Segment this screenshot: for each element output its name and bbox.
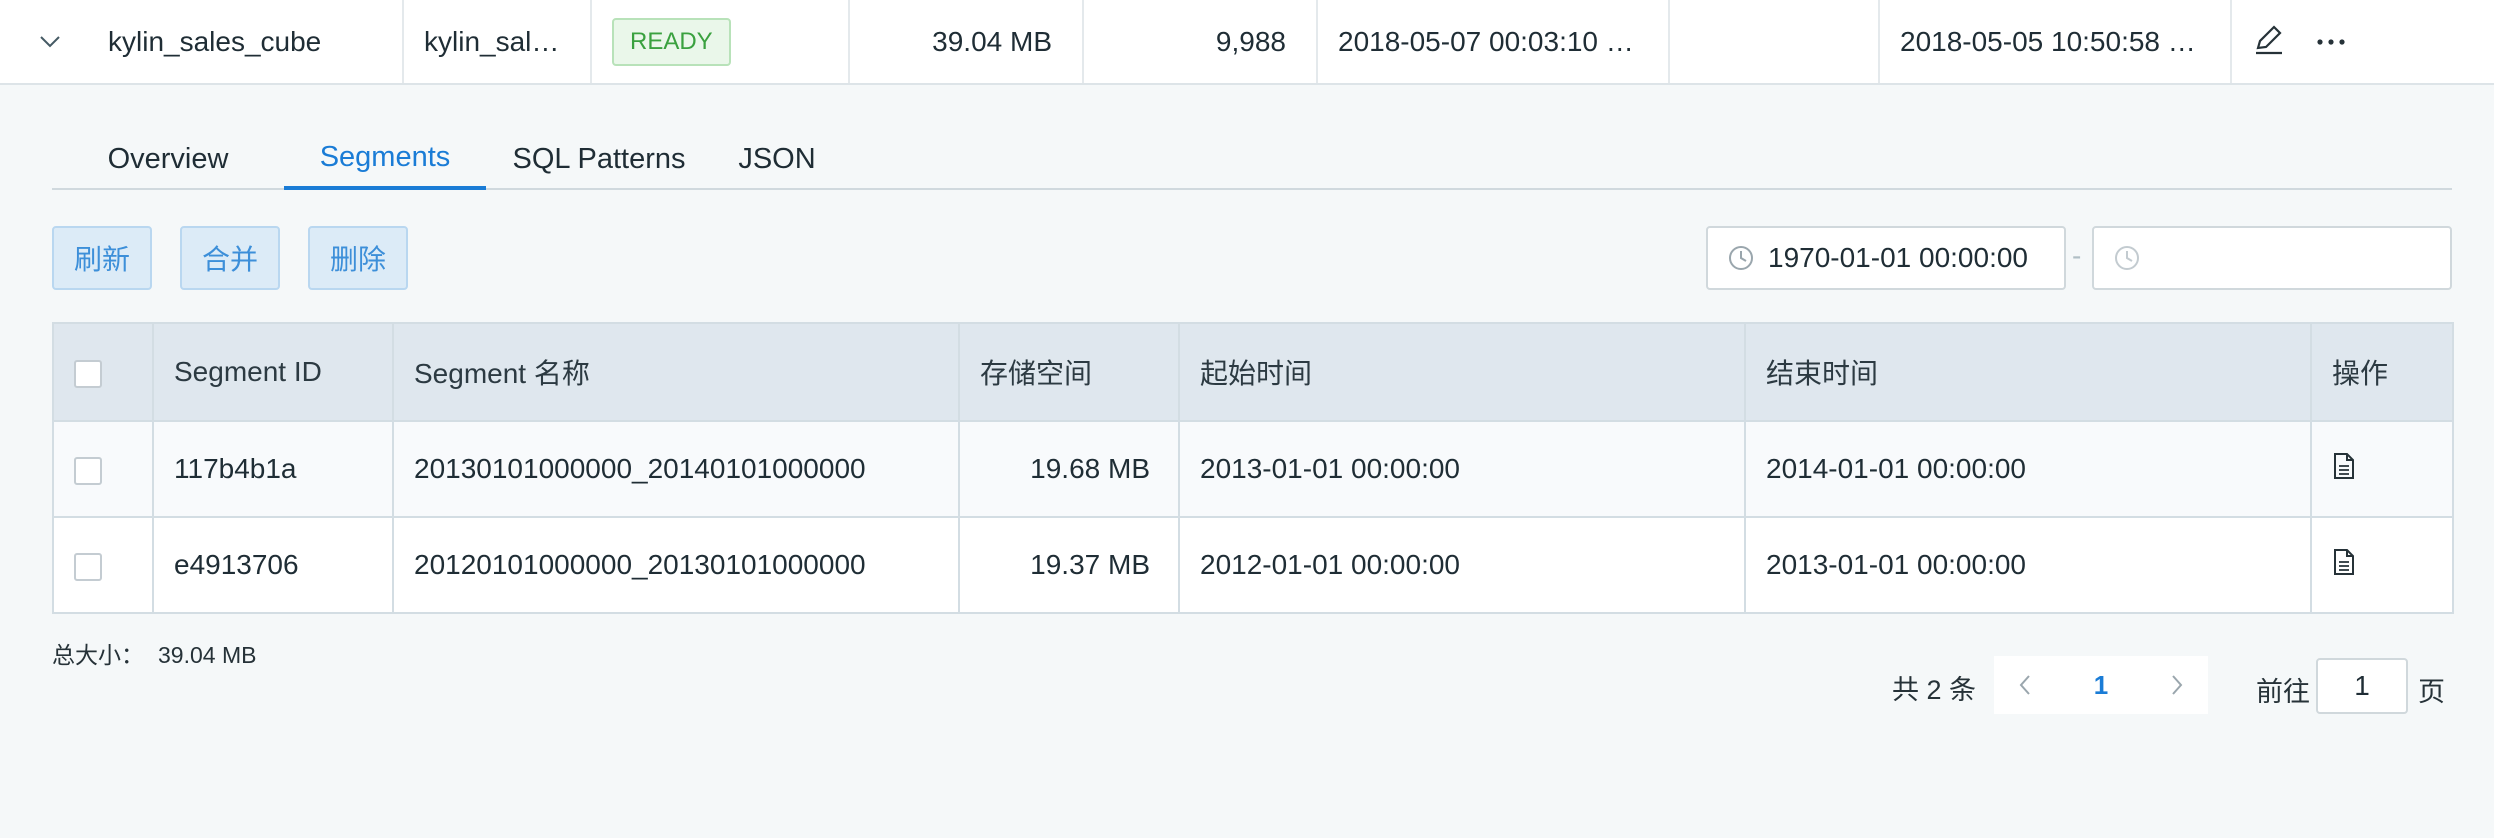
- cube-last-build: 2018-05-07 00:03:10 …: [1338, 25, 1634, 57]
- segments-table: Segment ID Segment 名称 存储空间 起始时间 结束时间 操作 …: [52, 322, 2454, 614]
- goto-page-input[interactable]: [2316, 658, 2408, 714]
- cube-model-cell: kylin_sal…: [404, 0, 592, 83]
- cube-last-modified-cell: 2018-05-05 10:50:58 …: [1880, 0, 2232, 83]
- delete-button[interactable]: 删除: [308, 226, 408, 290]
- document-icon[interactable]: [2332, 452, 2356, 480]
- segment-name: 20120101000000_20130101000000: [392, 516, 960, 614]
- total-size-label: 总大小：: [52, 642, 144, 668]
- table-header-row: Segment ID Segment 名称 存储空间 起始时间 结束时间 操作: [52, 322, 2454, 422]
- next-page-button[interactable]: [2164, 672, 2190, 698]
- cube-name: kylin_sales_cube: [108, 25, 322, 57]
- ellipsis-icon: [2317, 38, 2345, 45]
- header-storage[interactable]: 存储空间: [958, 322, 1180, 422]
- tab-segments[interactable]: Segments: [284, 128, 486, 190]
- more-button[interactable]: [2316, 22, 2356, 62]
- row-select-cell: [52, 516, 154, 614]
- clock-icon: [1729, 246, 1753, 270]
- date-range-separator: -: [2072, 240, 2082, 271]
- cube-rows-cell: 9,988: [1084, 0, 1318, 83]
- pager-total-count: 共 2 条: [1892, 675, 1977, 705]
- table-row[interactable]: 117b4b1a 20130101000000_20140101000000 1…: [52, 420, 2454, 518]
- segment-id: 117b4b1a: [152, 420, 394, 518]
- merge-button[interactable]: 合并: [180, 226, 280, 290]
- end-date-picker[interactable]: [2092, 226, 2452, 290]
- clock-icon: [2115, 246, 2139, 270]
- refresh-button[interactable]: 刷新: [52, 226, 152, 290]
- header-start-time[interactable]: 起始时间: [1178, 322, 1746, 422]
- detail-tabs: Overview Segments SQL Patterns JSON: [52, 128, 2452, 190]
- header-end-time[interactable]: 结束时间: [1744, 322, 2312, 422]
- cube-actions-cell: [2232, 0, 2494, 83]
- edit-button[interactable]: [2252, 22, 2292, 62]
- cube-name-cell: kylin_sales_cube: [100, 0, 404, 83]
- status-badge: READY: [612, 17, 731, 66]
- header-segment-name[interactable]: Segment 名称: [392, 322, 960, 422]
- segment-name: 20130101000000_20140101000000: [392, 420, 960, 518]
- tab-overview[interactable]: Overview: [52, 128, 284, 190]
- segment-id: e4913706: [152, 516, 394, 614]
- cube-size-cell: 39.04 MB: [850, 0, 1084, 83]
- segment-end: 2013-01-01 00:00:00: [1744, 516, 2312, 614]
- cube-row-count: 9,988: [1215, 25, 1286, 57]
- total-size-value: 39.04 MB: [158, 642, 257, 668]
- row-checkbox[interactable]: [74, 552, 102, 581]
- header-actions: 操作: [2310, 322, 2454, 422]
- cube-size: 39.04 MB: [932, 25, 1052, 57]
- row-checkbox[interactable]: [74, 456, 102, 485]
- segment-start: 2013-01-01 00:00:00: [1178, 420, 1746, 518]
- row-select-cell: [52, 420, 154, 518]
- cube-row[interactable]: kylin_sales_cube kylin_sal… READY 39.04 …: [0, 0, 2494, 85]
- prev-page-button[interactable]: [2012, 672, 2038, 698]
- cube-last-modified: 2018-05-05 10:50:58 …: [1900, 25, 2196, 57]
- header-segment-id[interactable]: Segment ID: [152, 322, 394, 422]
- chevron-down-icon: [40, 35, 60, 47]
- pagination: 1: [1994, 656, 2208, 714]
- tab-sql-patterns[interactable]: SQL Patterns: [486, 128, 712, 190]
- chevron-left-icon: [2019, 675, 2030, 695]
- table-row[interactable]: e4913706 20120101000000_20130101000000 1…: [52, 516, 2454, 614]
- cube-last-build-cell: 2018-05-07 00:03:10 …: [1318, 0, 1670, 83]
- segment-end: 2014-01-01 00:00:00: [1744, 420, 2312, 518]
- cube-model: kylin_sal…: [424, 25, 560, 57]
- segment-start: 2012-01-01 00:00:00: [1178, 516, 1746, 614]
- segment-actions: [2310, 516, 2454, 614]
- segment-size: 19.68 MB: [958, 420, 1180, 518]
- cube-status-cell: READY: [592, 0, 850, 83]
- document-icon[interactable]: [2332, 548, 2356, 576]
- start-date-value: 1970-01-01 00:00:00: [1768, 242, 2028, 273]
- pencil-icon: [2256, 24, 2282, 54]
- expand-toggle[interactable]: [0, 0, 100, 83]
- total-size: 总大小： 39.04 MB: [52, 636, 256, 670]
- select-all-cell: [52, 322, 154, 422]
- goto-label: 前往: [2256, 677, 2310, 707]
- select-all-checkbox[interactable]: [74, 359, 102, 388]
- cube-empty-cell: [1670, 0, 1880, 83]
- tab-json[interactable]: JSON: [712, 128, 842, 190]
- segment-size: 19.37 MB: [958, 516, 1180, 614]
- current-page[interactable]: 1: [2094, 670, 2108, 701]
- start-date-picker[interactable]: 1970-01-01 00:00:00: [1706, 226, 2066, 290]
- goto-suffix: 页: [2418, 677, 2445, 707]
- segment-actions: [2310, 420, 2454, 518]
- chevron-right-icon: [2172, 675, 2183, 695]
